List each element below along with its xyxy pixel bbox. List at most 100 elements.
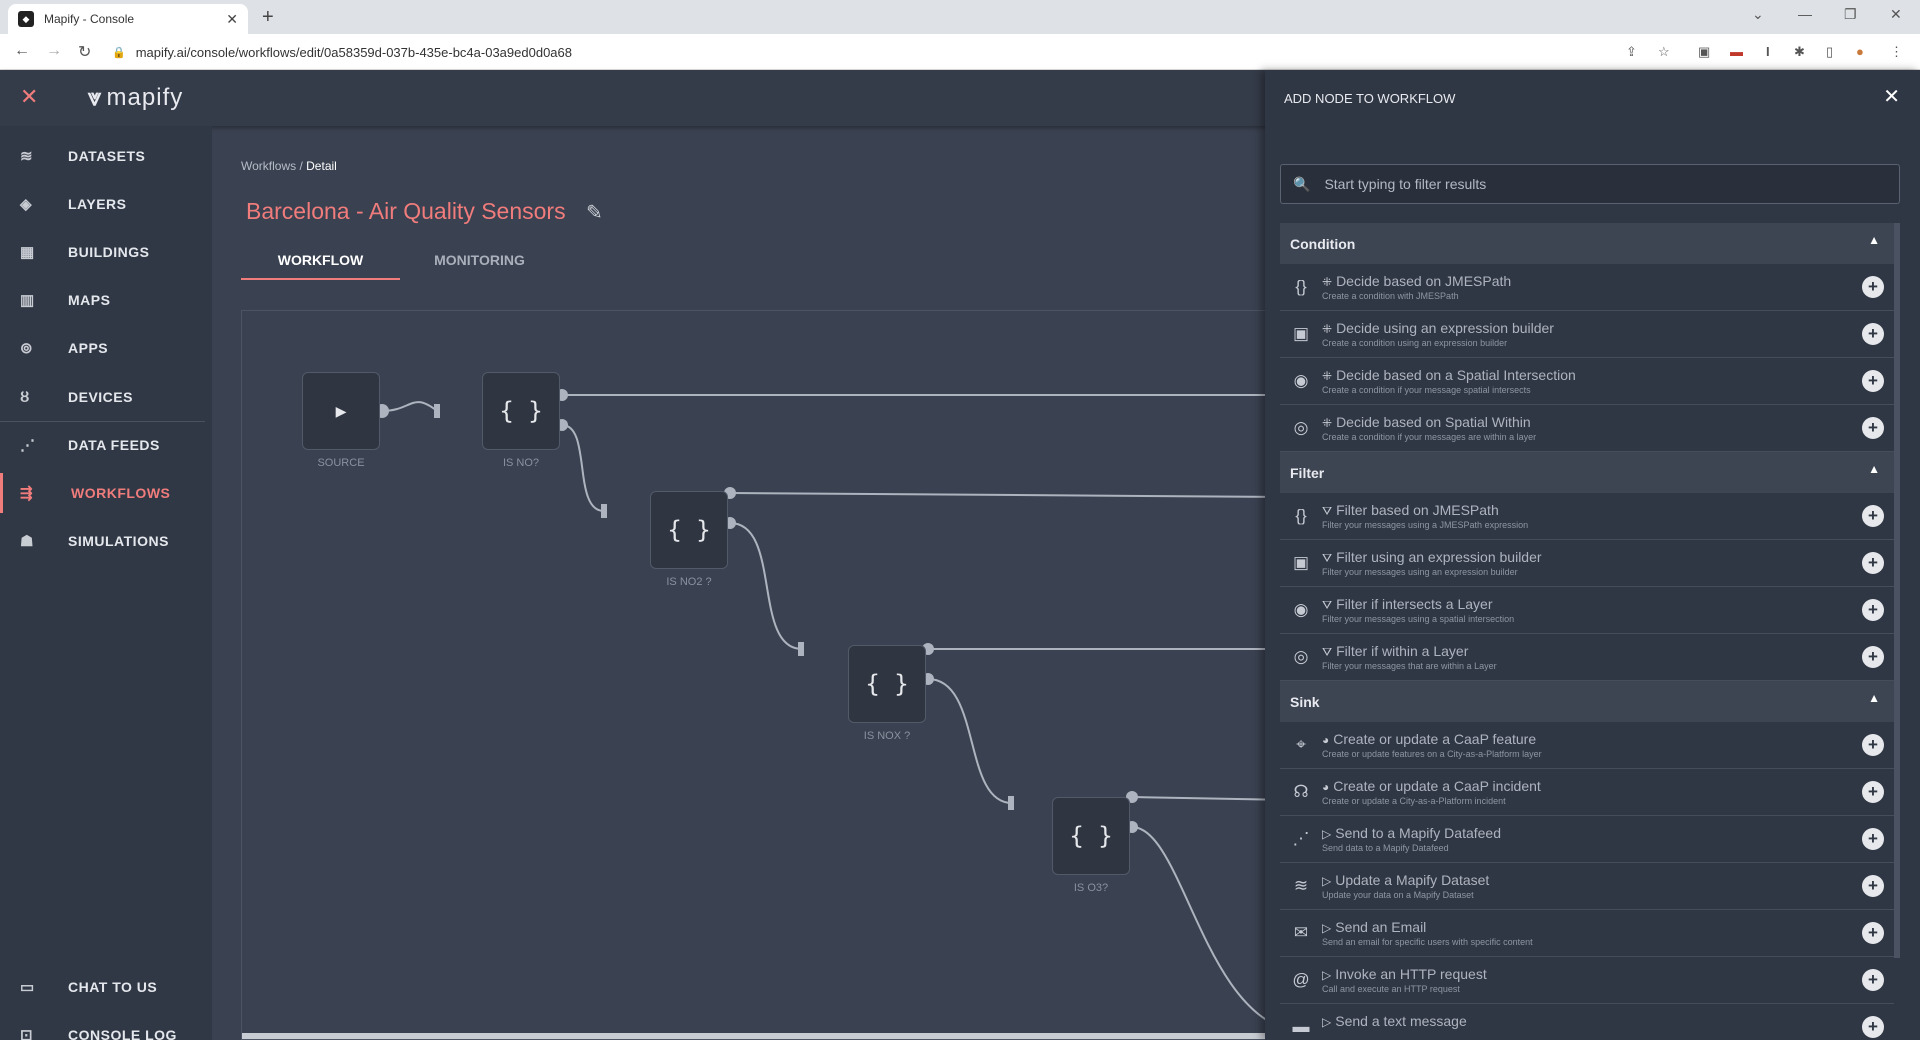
list-item[interactable]: ▣ ⛛ Filter using an expression builder Fi… [1280, 540, 1894, 587]
add-node-icon[interactable]: + [1862, 875, 1884, 897]
share-icon[interactable]: ⇪ [1626, 44, 1637, 60]
list-item[interactable]: ⋰ ▷ Send to a Mapify Datafeed Send data t… [1280, 816, 1894, 863]
search-input[interactable] [1324, 176, 1865, 192]
sidebar-item-maps[interactable]: ▥ MAPS [0, 280, 212, 320]
item-title: Filter using an expression builder [1336, 549, 1542, 565]
chevron-up-icon[interactable]: ▲ [1868, 691, 1880, 705]
close-menu-icon[interactable]: ✕ [20, 84, 38, 110]
breadcrumb-parent[interactable]: Workflows [241, 159, 296, 173]
add-node-icon[interactable]: + [1862, 922, 1884, 944]
sidebar-item-devices[interactable]: ȣ DEVICES [0, 377, 212, 417]
node-search[interactable]: 🔍 [1280, 164, 1900, 204]
add-node-icon[interactable]: + [1862, 552, 1884, 574]
extension-icon[interactable]: ▣ [1698, 44, 1710, 60]
list-item[interactable]: ✉ ▷ Send an Email Send an email for speci… [1280, 910, 1894, 957]
item-title-row: ⁜ Decide based on JMESPath [1322, 273, 1511, 289]
workflow-canvas[interactable]: ▶ SOURCE { } IS NO? { } IS NO2 ? { } IS … [241, 310, 1291, 1040]
forward-icon[interactable]: → [46, 42, 62, 60]
tab-workflow[interactable]: WORKFLOW [241, 240, 400, 280]
extension-i-icon[interactable]: I [1766, 44, 1770, 59]
list-item[interactable]: ☊ ◕ Create or update a CaaP incident Crea… [1280, 769, 1894, 816]
item-title-row: ⛛ Filter based on JMESPath [1322, 502, 1499, 519]
add-node-icon[interactable]: + [1862, 828, 1884, 850]
list-item[interactable]: ⌖ ◕ Create or update a CaaP feature Creat… [1280, 722, 1894, 769]
add-node-icon[interactable]: + [1862, 969, 1884, 991]
add-node-icon[interactable]: + [1862, 734, 1884, 756]
workflow-node-source[interactable]: ▶ [302, 372, 380, 450]
rss-icon: ⋰ [20, 437, 36, 454]
workflow-node-is-nox[interactable]: { } [848, 645, 926, 723]
incident-icon: ☊ [1293, 782, 1309, 801]
window-close-icon[interactable]: ✕ [1890, 6, 1902, 23]
chat-icon: ▭ [20, 979, 35, 996]
add-node-icon[interactable]: + [1862, 323, 1884, 345]
workflow-node-is-no2[interactable]: { } [650, 491, 728, 569]
workflow-node-is-no[interactable]: { } [482, 372, 560, 450]
section-header-condition[interactable]: Condition ▲ [1280, 223, 1894, 264]
url-field[interactable]: 🔒 mapify.ai/console/workflows/edit/0a583… [112, 41, 1752, 63]
add-node-icon[interactable]: + [1862, 417, 1884, 439]
workflow-node-is-o3[interactable]: { } [1052, 797, 1130, 875]
tab-search-icon[interactable]: ⌄ [1752, 6, 1764, 23]
browser-tab-title: Mapify - Console [44, 12, 135, 26]
add-node-icon[interactable]: + [1862, 370, 1884, 392]
node-list-scrollbar[interactable] [1894, 223, 1900, 958]
minimize-icon[interactable]: — [1798, 6, 1812, 22]
search-icon: 🔍 [1293, 175, 1311, 192]
section-header-filter[interactable]: Filter ▲ [1280, 452, 1894, 493]
add-node-icon[interactable]: + [1862, 781, 1884, 803]
tab-monitoring[interactable]: MONITORING [400, 240, 559, 280]
close-tab-icon[interactable]: ✕ [226, 11, 238, 28]
sidebar-item-buildings[interactable]: ▦ BUILDINGS [0, 232, 212, 272]
sidebar-item-workflows[interactable]: ⇶ WORKFLOWS [0, 473, 212, 513]
restore-icon[interactable]: ❐ [1844, 6, 1857, 23]
list-item[interactable]: ◎ ⁜ Decide based on Spatial Within Create… [1280, 405, 1894, 452]
sidebar-item-datasets[interactable]: ≋ DATASETS [0, 136, 212, 176]
sidebar-item-simulations[interactable]: ☗ SIMULATIONS [0, 521, 212, 561]
add-node-icon[interactable]: + [1862, 505, 1884, 527]
item-title: Decide based on Spatial Within [1336, 414, 1531, 430]
extension-red-icon[interactable]: ▬ [1730, 44, 1743, 59]
profile-avatar-icon[interactable]: ● [1856, 44, 1864, 59]
item-title: Send an Email [1335, 919, 1427, 935]
add-node-icon[interactable]: + [1862, 646, 1884, 668]
puzzle-icon[interactable]: ✱ [1794, 44, 1805, 60]
list-item[interactable]: ◉ ⁜ Decide based on a Spatial Intersectio… [1280, 358, 1894, 405]
browser-menu-icon[interactable]: ⋮ [1890, 44, 1903, 60]
canvas-horizontal-scrollbar[interactable] [242, 1033, 1290, 1039]
sidebar-item-apps[interactable]: ⊚ APPS [0, 328, 212, 368]
bookmark-star-icon[interactable]: ☆ [1658, 44, 1670, 60]
intersect-icon: ◉ [1293, 371, 1309, 390]
reload-icon[interactable]: ↻ [78, 42, 91, 62]
sidebar-item-console-log[interactable]: ⊡ CONSOLE LOG [0, 1015, 212, 1040]
list-item[interactable]: {} ⛛ Filter based on JMESPath Filter your… [1280, 493, 1894, 540]
sidebar-item-data-feeds[interactable]: ⋰ DATA FEEDS [0, 425, 212, 465]
item-title-row: ⛛ Filter if intersects a Layer [1322, 596, 1492, 613]
chevron-up-icon[interactable]: ▲ [1868, 462, 1880, 476]
sidebar-item-label: WORKFLOWS [71, 485, 171, 501]
section-header-sink[interactable]: Sink ▲ [1280, 681, 1894, 722]
sidebar-item-layers[interactable]: ◈ LAYERS [0, 184, 212, 224]
list-item[interactable]: ◎ ⛛ Filter if within a Layer Filter your … [1280, 634, 1894, 681]
sidepanel-icon[interactable]: ▯ [1826, 44, 1833, 60]
sidebar-item-chat[interactable]: ▭ CHAT TO US [0, 967, 212, 1007]
list-item[interactable]: ≋ ▷ Update a Mapify Dataset Update your d… [1280, 863, 1894, 910]
list-item[interactable]: ▣ ⁜ Decide using an expression builder Cr… [1280, 311, 1894, 358]
chevron-up-icon[interactable]: ▲ [1868, 233, 1880, 247]
add-node-icon[interactable]: + [1862, 599, 1884, 621]
list-item[interactable]: {} ⁜ Decide based on JMESPath Create a co… [1280, 264, 1894, 311]
close-panel-icon[interactable]: ✕ [1883, 84, 1900, 109]
list-item[interactable]: ▬ ▷ Send a text message + [1280, 1004, 1894, 1040]
item-description: Create or update a City-as-a-Platform in… [1322, 796, 1506, 806]
browser-tab[interactable]: ◆ Mapify - Console ✕ [8, 4, 248, 34]
edit-pencil-icon[interactable]: ✎ [586, 200, 603, 225]
item-description: Call and execute an HTTP request [1322, 984, 1460, 994]
item-title-row: ▷ Update a Mapify Dataset [1322, 872, 1489, 888]
add-node-icon[interactable]: + [1862, 276, 1884, 298]
list-item[interactable]: @ ▷ Invoke an HTTP request Call and execu… [1280, 957, 1894, 1004]
back-icon[interactable]: ← [14, 42, 30, 60]
new-tab-icon[interactable]: + [262, 6, 274, 29]
mapify-logo[interactable]: ⩔ mapify [88, 84, 183, 112]
list-item[interactable]: ◉ ⛛ Filter if intersects a Layer Filter y… [1280, 587, 1894, 634]
add-node-icon[interactable]: + [1862, 1016, 1884, 1038]
